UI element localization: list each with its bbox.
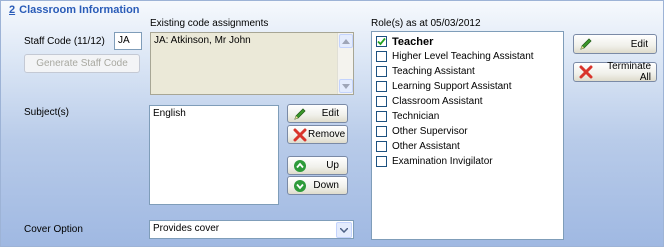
role-item-teacher[interactable]: Teacher [376,34,559,49]
subject-remove-label: Remove [308,129,346,140]
existing-codes-text: JA: Atkinson, Mr John [154,35,251,46]
staff-code-label: Staff Code (11/12) [24,36,105,47]
staff-code-input[interactable]: JA [114,32,142,50]
terminate-all-label: Terminate All [607,61,651,83]
classroom-information-panel: 2 Classroom Information Staff Code (11/1… [0,0,664,247]
role-item[interactable]: Examination Invigilator [376,154,559,169]
role-checkbox[interactable] [376,126,387,137]
subject-up-label: Up [326,160,339,171]
role-label: Higher Level Teaching Assistant [392,51,534,62]
cover-option-select[interactable]: Provides cover [149,220,354,239]
subject-down-button[interactable]: Down [287,176,348,195]
role-checkbox[interactable] [376,81,387,92]
subject-down-label: Down [313,180,339,191]
role-checkbox[interactable] [376,111,387,122]
role-edit-label: Edit [630,38,648,50]
role-edit-button[interactable]: Edit [573,34,657,54]
role-checkbox[interactable] [376,36,387,47]
existing-codes-box[interactable]: JA: Atkinson, Mr John [150,32,354,95]
role-item[interactable]: Teaching Assistant [376,64,559,79]
role-item[interactable]: Other Assistant [376,139,559,154]
generate-staff-code-button[interactable]: Generate Staff Code [24,54,140,73]
role-label: Learning Support Assistant [392,81,512,92]
role-checkbox[interactable] [376,66,387,77]
pencil-icon [292,106,308,122]
section-title: 2 Classroom Information [9,4,140,16]
cover-option-value: Provides cover [153,223,220,234]
existing-codes-label: Existing code assignments [150,18,269,29]
role-item[interactable]: Other Supervisor [376,124,559,139]
section-title-text: Classroom Information [19,4,140,16]
section-number: 2 [9,4,16,16]
role-label: Technician [392,111,440,122]
role-item[interactable]: Higher Level Teaching Assistant [376,49,559,64]
subjects-label: Subject(s) [24,107,70,118]
subject-up-button[interactable]: Up [287,156,348,175]
scroll-up-icon[interactable] [339,34,353,48]
role-label: Other Supervisor [392,126,468,137]
role-checkbox[interactable] [376,51,387,62]
role-checkbox[interactable] [376,141,387,152]
terminate-all-button[interactable]: Terminate All [573,61,657,83]
role-item[interactable]: Classroom Assistant [376,94,559,109]
subject-item[interactable]: English [153,108,275,119]
scroll-down-icon[interactable] [339,79,353,93]
chevron-down-icon[interactable] [336,222,352,238]
red-x-icon [292,127,308,143]
red-x-icon [578,64,594,80]
role-checkbox[interactable] [376,96,387,107]
existing-codes-scrollbar[interactable] [337,33,353,94]
role-item[interactable]: Technician [376,109,559,124]
role-label: Teaching Assistant [392,66,475,77]
role-label: Other Assistant [392,141,460,152]
pencil-icon [578,36,594,52]
cover-option-label: Cover Option [24,224,83,235]
role-label: Teacher [392,35,434,48]
green-down-arrow-icon [292,178,308,194]
check-icon [377,37,386,46]
subjects-list[interactable]: English [149,105,279,205]
role-item[interactable]: Learning Support Assistant [376,79,559,94]
subject-edit-button[interactable]: Edit [287,104,348,123]
role-checkbox[interactable] [376,156,387,167]
subject-edit-label: Edit [321,108,339,119]
roles-list: Teacher Higher Level Teaching Assistant … [371,31,564,240]
role-label: Classroom Assistant [392,96,483,107]
green-up-arrow-icon [292,158,308,174]
roles-label: Role(s) as at 05/03/2012 [371,18,481,29]
role-label: Examination Invigilator [392,156,493,167]
subject-remove-button[interactable]: Remove [287,125,348,144]
